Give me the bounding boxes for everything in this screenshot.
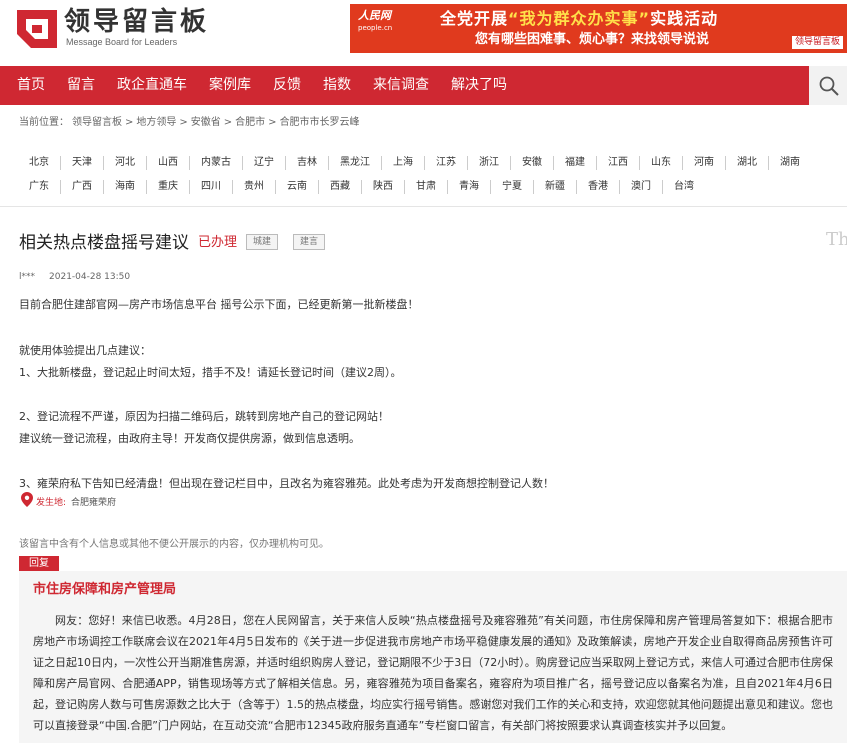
province-link[interactable]: 四川 [189, 180, 232, 194]
location-label: 发生地: [36, 498, 67, 508]
province-link[interactable]: 湖南 [768, 156, 811, 170]
reply-organization[interactable]: 市住房保障和房产管理局 [33, 581, 176, 599]
breadcrumb-sep: > [179, 117, 188, 128]
province-link[interactable]: 青海 [447, 180, 490, 194]
province-link[interactable]: 湖北 [725, 156, 768, 170]
nav-item-feedback[interactable]: 反馈 [273, 66, 301, 105]
author: l*** [19, 272, 36, 282]
province-link[interactable]: 浙江 [467, 156, 510, 170]
province-link[interactable]: 西藏 [318, 180, 361, 194]
message-paragraph: 3、雍荣府私下告知已经清盘！但出现在登记栏目中，且改名为雍容雅苑。此处考虑为开发… [19, 477, 554, 490]
breadcrumb-item[interactable]: 合肥市市长罗云峰 [280, 117, 360, 128]
nav-item-solved[interactable]: 解决了吗 [451, 66, 507, 105]
province-link[interactable]: 陕西 [361, 180, 404, 194]
province-link[interactable]: 新疆 [533, 180, 576, 194]
location: 发生地: 合肥雍荣府 [21, 492, 116, 509]
logo-icon[interactable] [17, 10, 57, 48]
location-value: 合肥雍荣府 [71, 498, 117, 508]
site-header: 领导留言板 Message Board for Leaders 人民网 peop… [0, 0, 847, 66]
province-row-2: 广东 广西 海南 重庆 四川 贵州 云南 西藏 陕西 甘肃 青海 宁夏 新疆 香港 澳门 台湾 [18, 180, 847, 194]
nav-item-message[interactable]: 留言 [67, 66, 95, 105]
breadcrumb-sep: > [268, 117, 277, 128]
search-button[interactable] [809, 66, 847, 105]
province-link[interactable]: 黑龙江 [328, 156, 381, 170]
reply-tab: 回复 [19, 556, 59, 571]
breadcrumb-item[interactable]: 安徽省 [191, 117, 221, 128]
message-paragraph: 目前合肥住建部官网—房产市场信息平台 摇号公示下面，已经更新第一批新楼盘！ [19, 298, 419, 311]
province-link[interactable]: 广东 [18, 180, 60, 194]
province-link[interactable]: 云南 [275, 180, 318, 194]
tag-urban[interactable]: 城建 [246, 234, 279, 250]
nav-item-enterprise[interactable]: 政企直通车 [117, 66, 187, 105]
reply-box: 市住房保障和房产管理局 网友：您好！来信已收悉。4月28日，您在人民网留言，关于… [19, 571, 847, 743]
province-link[interactable]: 重庆 [146, 180, 189, 194]
province-link[interactable]: 河南 [682, 156, 725, 170]
reply-text: 网友：您好！来信已收悉。4月28日，您在人民网留言，关于来信人反映“热点楼盘摇号… [33, 614, 833, 732]
province-link[interactable]: 广西 [60, 180, 103, 194]
nav-item-index[interactable]: 指数 [323, 66, 351, 105]
main-nav: 首页 留言 政企直通车 案例库 反馈 指数 来信调查 解决了吗 [0, 66, 847, 105]
province-link[interactable]: 江苏 [424, 156, 467, 170]
message-title: 相关热点楼盘摇号建议 [19, 233, 189, 253]
province-link[interactable]: 甘肃 [404, 180, 447, 194]
breadcrumb-sep: > [125, 117, 134, 128]
province-link[interactable]: 海南 [103, 180, 146, 194]
message-paragraph: 就使用体验提出几点建议： [19, 344, 151, 357]
banner-brand: 人民网 people.cn [358, 9, 393, 33]
logo-subtitle: Message Board for Leaders [66, 37, 178, 47]
breadcrumb-item[interactable]: 领导留言板 [72, 117, 122, 128]
province-link[interactable]: 贵州 [232, 180, 275, 194]
privacy-notice: 该留言中含有个人信息或其他不便公开展示的内容，仅办理机构可见。 [19, 539, 329, 550]
search-icon [819, 76, 839, 96]
province-link[interactable]: 上海 [381, 156, 424, 170]
banner-subline: 您有哪些困难事、烦心事？来找领导说说 [475, 32, 710, 47]
tag-suggestion[interactable]: 建言 [293, 234, 326, 250]
nav-item-survey[interactable]: 来信调查 [373, 66, 429, 105]
province-link[interactable]: 辽宁 [242, 156, 285, 170]
banner-headline: 全党开展“我为群众办实事”实践活动 [440, 9, 719, 28]
post-date: 2021-04-28 13:50 [49, 272, 131, 282]
message-paragraph: 建议统一登记流程，由政府主导！开发商仅提供房源，做到信息透明。 [19, 432, 360, 445]
province-link[interactable]: 吉林 [285, 156, 328, 170]
province-link[interactable]: 安徽 [510, 156, 553, 170]
province-link[interactable]: 山东 [639, 156, 682, 170]
breadcrumb-prefix: 当前位置： [19, 117, 69, 128]
province-link[interactable]: 河北 [103, 156, 146, 170]
province-link[interactable]: 天津 [60, 156, 103, 170]
breadcrumb: 当前位置： 领导留言板 > 地方领导 > 安徽省 > 合肥市 > 合肥市市长罗云峰 [19, 116, 363, 130]
province-link[interactable]: 澳门 [619, 180, 662, 194]
status-badge: 已办理 [198, 235, 238, 250]
divider [0, 206, 847, 207]
breadcrumb-sep: > [223, 117, 233, 128]
nav-item-cases[interactable]: 案例库 [209, 66, 251, 105]
province-link[interactable]: 台湾 [662, 180, 705, 194]
map-pin-icon [21, 492, 33, 507]
province-link[interactable]: 山西 [146, 156, 189, 170]
campaign-banner[interactable]: 人民网 people.cn 全党开展“我为群众办实事”实践活动 您有哪些困难事、… [350, 4, 847, 53]
breadcrumb-item[interactable]: 合肥市 [235, 117, 265, 128]
breadcrumb-item[interactable]: 地方领导 [136, 117, 176, 128]
province-link[interactable]: 内蒙古 [189, 156, 242, 170]
province-link[interactable]: 北京 [18, 156, 60, 170]
watermark: Th [826, 229, 847, 250]
province-link[interactable]: 福建 [553, 156, 596, 170]
message-paragraph: 2、登记流程不严谨，原因为扫描二维码后，跳转到房地产自己的登记网站！ [19, 410, 389, 423]
message-meta: l*** 2021-04-28 13:50 [19, 271, 144, 283]
banner-badge: 领导留言板 [791, 36, 843, 49]
province-link[interactable]: 江西 [596, 156, 639, 170]
logo-title[interactable]: 领导留言板 [64, 6, 209, 38]
nav-item-home[interactable]: 首页 [17, 66, 45, 105]
message-paragraph: 1、大批新楼盘，登记起止时间太短，措手不及！请延长登记时间（建议2周）。 [19, 366, 402, 379]
province-row-1: 北京 天津 河北 山西 内蒙古 辽宁 吉林 黑龙江 上海 江苏 浙江 安徽 福建 江西 山东 河南 湖北 湖南 [18, 156, 847, 170]
province-link[interactable]: 香港 [576, 180, 619, 194]
province-link[interactable]: 宁夏 [490, 180, 533, 194]
